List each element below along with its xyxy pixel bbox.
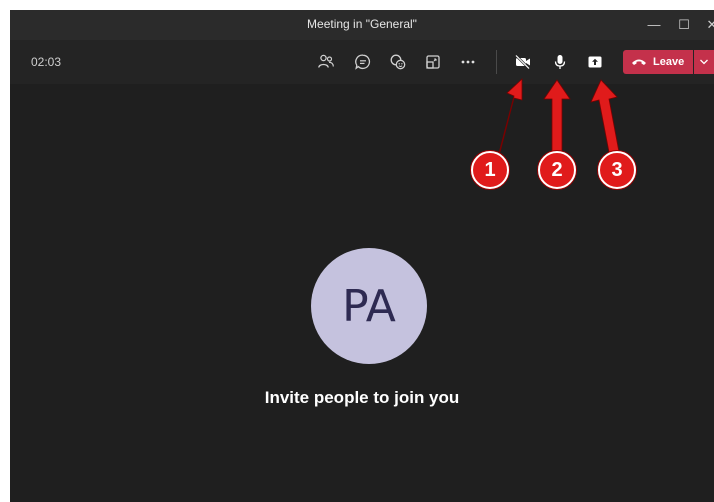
annotation-marker-3: 3	[598, 151, 636, 189]
title-bar: Meeting in "General" — ☐ ✕	[10, 10, 714, 40]
minimize-button[interactable]: —	[642, 14, 666, 36]
leave-button[interactable]: Leave	[623, 50, 693, 74]
breakout-rooms-button[interactable]	[420, 50, 446, 74]
leave-label: Leave	[653, 56, 685, 68]
annotation-marker-1: 1	[471, 151, 509, 189]
chevron-down-icon	[700, 59, 708, 65]
share-screen-icon	[588, 56, 602, 68]
meeting-stage: PA Invite people to join you	[10, 84, 714, 502]
participants-icon	[318, 54, 334, 68]
avatar: PA	[311, 248, 427, 364]
close-button[interactable]: ✕	[700, 14, 714, 36]
invite-prompt: Invite people to join you	[264, 388, 460, 407]
chat-button[interactable]	[350, 50, 376, 74]
meeting-toolbar: 02:03 Leave	[10, 40, 714, 84]
leave-dropdown-button[interactable]	[694, 50, 714, 74]
participants-button[interactable]	[313, 50, 339, 74]
meeting-timer: 02:03	[31, 55, 62, 69]
hang-up-icon	[632, 59, 646, 65]
meeting-window: Meeting in "General" — ☐ ✕ 02:03 Leave P…	[10, 10, 714, 502]
more-options-icon	[461, 60, 475, 64]
breakout-icon	[426, 55, 440, 69]
microphone-toggle-button[interactable]	[547, 50, 573, 74]
toolbar-divider	[496, 50, 497, 74]
reactions-button[interactable]	[385, 50, 411, 74]
annotation-marker-2: 2	[538, 151, 576, 189]
chat-icon	[355, 54, 371, 70]
share-screen-button[interactable]	[582, 50, 608, 74]
microphone-icon	[554, 55, 566, 69]
more-options-button[interactable]	[455, 50, 481, 74]
window-title: Meeting in "General"	[307, 17, 417, 31]
camera-toggle-button[interactable]	[510, 50, 536, 74]
maximize-button[interactable]: ☐	[672, 14, 696, 36]
camera-off-icon	[515, 54, 530, 70]
reactions-icon	[390, 54, 406, 70]
